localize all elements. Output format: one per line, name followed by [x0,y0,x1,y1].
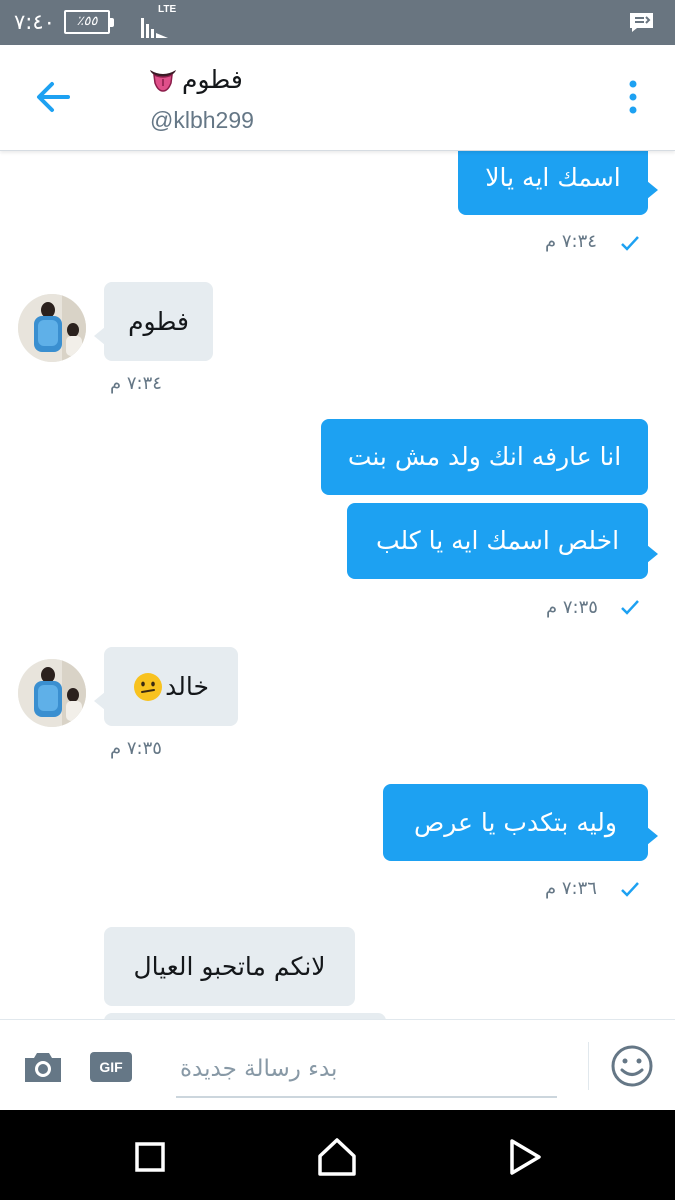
recent-apps-icon[interactable] [134,1141,166,1173]
gif-label: GIF [99,1059,123,1075]
message-timestamp: ٧:٣٥ م [546,597,598,618]
system-navigation-bar [0,1110,675,1200]
gif-icon[interactable]: GIF [90,1052,132,1082]
message-composer: GIF [0,1019,675,1110]
neutral-face-emoji-icon [134,672,163,701]
home-icon[interactable] [316,1137,358,1177]
more-vertical-icon[interactable] [622,79,644,115]
message-timestamp: ٧:٣٤ م [545,231,597,252]
read-check-icon [621,882,639,897]
sent-message-bubble[interactable]: انا عارفه انك ولد مش بنت [321,419,648,495]
message-input[interactable] [176,1042,557,1098]
tongue-emoji-icon [150,70,176,92]
message-timestamp: ٧:٣٥ م [110,738,162,759]
message-timestamp: ٧:٣٦ م [545,878,597,899]
sent-message-bubble[interactable]: اسمك ايه يالا [458,151,658,215]
sent-message-bubble[interactable]: اخلص اسمك ايه يا كلب [347,503,658,579]
composer-divider [588,1042,589,1090]
message-text: فطوم [128,306,189,336]
notification-message-icon [630,13,653,32]
avatar[interactable] [18,294,86,362]
message-text: اخلص اسمك ايه يا كلب [375,526,620,555]
emoji-smile-icon[interactable] [610,1044,654,1088]
message-text: اسمك ايه يالا [485,163,621,192]
avatar-photo [18,294,86,362]
read-check-icon [621,236,639,251]
signal-icon [141,18,168,38]
contact-name-row[interactable]: فطوم [148,61,243,97]
message-text: انا عارفه انك ولد مش بنت [347,442,622,471]
avatar[interactable] [18,659,86,727]
dm-conversation-screen: ٧:٤٠ ٪٥٥ LTE فطوم @klbh299 اسمك ايه يالا… [0,0,675,1200]
message-text: لانكم ماتحبو العيال [133,951,326,981]
battery-icon: ٪٥٥ [64,10,114,34]
message-list[interactable]: اسمك ايه يالا ٧:٣٤ م فطوم ٧:٣٤ م انا عار… [0,151,675,1019]
message-timestamp: ٧:٣٤ م [110,373,162,394]
network-type: LTE [158,4,177,15]
contact-handle[interactable]: @klbh299 [150,107,254,134]
status-time: ٧:٤٠ [14,10,55,34]
received-message-bubble[interactable]: لانكم ماتحبو العيال [104,927,355,1006]
back-triangle-icon[interactable] [508,1138,542,1176]
camera-icon[interactable] [22,1049,64,1085]
conversation-header: فطوم @klbh299 [0,45,675,151]
received-message-bubble[interactable]: فطوم [94,282,213,361]
battery-level: ٪٥٥ [76,14,98,29]
sent-message-bubble[interactable]: وليه بتكدب يا عرص [383,784,658,861]
received-message-bubble[interactable]: خالد [94,647,238,726]
message-text: خالد [165,671,209,701]
avatar-photo [18,659,86,727]
back-arrow-icon[interactable] [32,78,74,116]
read-check-icon [621,600,639,615]
status-bar: ٧:٤٠ ٪٥٥ LTE [0,0,675,45]
message-text: وليه بتكدب يا عرص [414,807,617,837]
contact-name: فطوم [182,64,243,94]
